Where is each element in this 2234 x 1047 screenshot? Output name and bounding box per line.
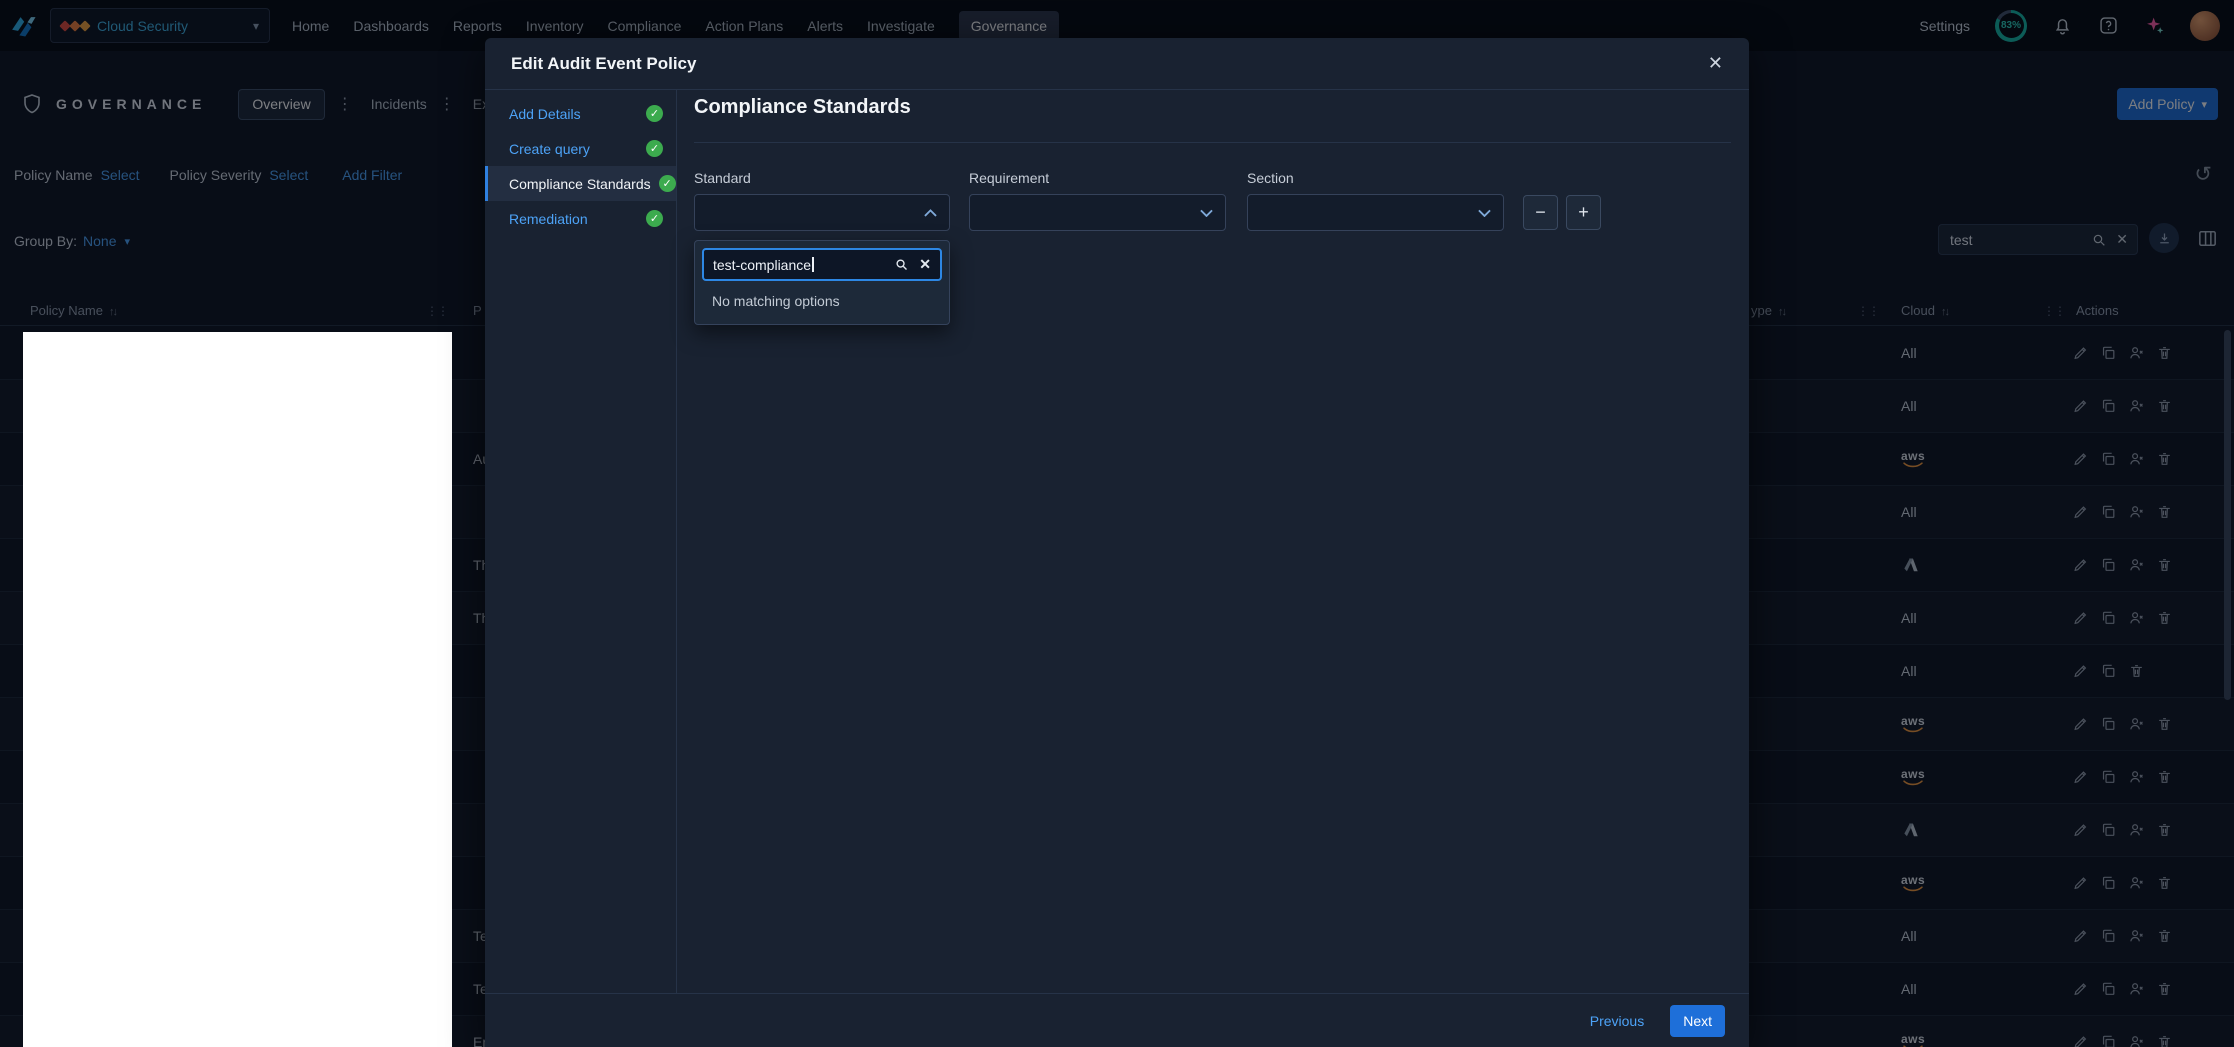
text-caret: [812, 257, 814, 272]
divider: [694, 142, 1731, 143]
chevron-up-icon: [924, 209, 937, 217]
step-label: Create query: [509, 141, 590, 157]
step-complete-icon: ✓: [646, 105, 663, 122]
wizard-steps: Add Details ✓ Create query ✓ Compliance …: [485, 90, 677, 993]
next-button[interactable]: Next: [1670, 1005, 1725, 1037]
step-label: Remediation: [509, 211, 588, 227]
requirement-select[interactable]: [969, 194, 1226, 231]
standard-search-input[interactable]: test-compliance ✕: [702, 248, 942, 281]
requirement-label: Requirement: [969, 170, 1049, 186]
search-icon[interactable]: [894, 257, 909, 272]
step-label: Add Details: [509, 106, 581, 122]
redaction-block: [23, 332, 452, 1047]
standard-label: Standard: [694, 170, 751, 186]
modal-title: Edit Audit Event Policy: [511, 54, 696, 74]
modal-footer: Previous Next: [485, 993, 1749, 1047]
add-standard-row-button[interactable]: +: [1566, 195, 1601, 230]
step-complete-icon: ✓: [646, 140, 663, 157]
previous-button[interactable]: Previous: [1590, 1013, 1644, 1029]
chevron-down-icon: [1478, 209, 1491, 217]
no-options-message: No matching options: [702, 281, 942, 317]
step-compliance-standards[interactable]: Compliance Standards ✓: [485, 166, 676, 201]
step-add-details[interactable]: Add Details ✓: [485, 96, 676, 131]
modal-body: Add Details ✓ Create query ✓ Compliance …: [485, 90, 1749, 993]
remove-standard-row-button[interactable]: −: [1523, 195, 1558, 230]
compliance-standards-panel: Compliance Standards Standard Requiremen…: [677, 90, 1749, 993]
panel-heading: Compliance Standards: [694, 96, 911, 119]
standard-select[interactable]: [694, 194, 950, 231]
section-select[interactable]: [1247, 194, 1504, 231]
step-label: Compliance Standards: [509, 176, 651, 192]
modal-header: Edit Audit Event Policy ✕: [485, 38, 1749, 90]
search-text: test-compliance: [713, 257, 811, 273]
step-complete-icon: ✓: [659, 175, 676, 192]
step-complete-icon: ✓: [646, 210, 663, 227]
search-input-icons: ✕: [894, 256, 931, 273]
step-remediation[interactable]: Remediation ✓: [485, 201, 676, 236]
section-label: Section: [1247, 170, 1294, 186]
step-create-query[interactable]: Create query ✓: [485, 131, 676, 166]
close-icon[interactable]: ✕: [1708, 53, 1723, 74]
clear-search-icon[interactable]: ✕: [919, 256, 931, 273]
chevron-down-icon: [1200, 209, 1213, 217]
edit-audit-event-policy-modal: Edit Audit Event Policy ✕ Add Details ✓ …: [485, 38, 1749, 1047]
standard-dropdown: test-compliance ✕ No matching options: [694, 240, 950, 325]
